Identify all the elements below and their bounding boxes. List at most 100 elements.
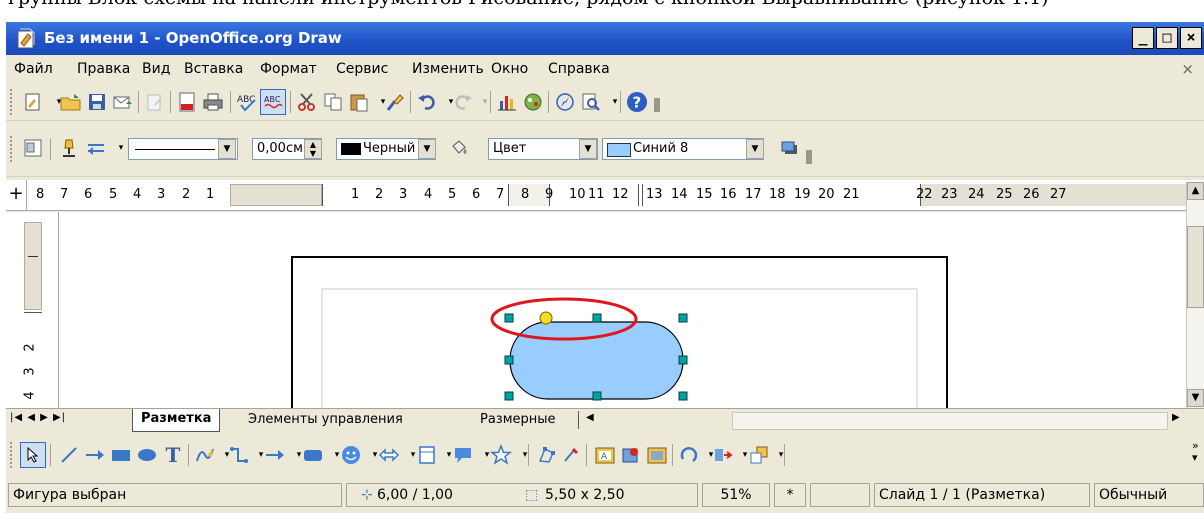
scroll-down-icon[interactable]: ▼ (1187, 389, 1204, 407)
toolbar-overflow-icon[interactable] (654, 98, 660, 112)
menu-tools[interactable]: Сервис (336, 61, 388, 77)
arrow-line-tool-icon[interactable] (82, 442, 108, 468)
close-button[interactable]: × (1180, 27, 1202, 49)
line-width-spinner[interactable]: ▲ ▼ (304, 139, 322, 159)
minimize-button[interactable]: _ (1132, 27, 1154, 49)
app-window: Без имени 1 - OpenOffice.org Draw _ □ × … (6, 22, 1204, 513)
toolbar-overflow-icon[interactable] (806, 150, 812, 164)
line-tool-icon[interactable] (56, 442, 82, 468)
maximize-button[interactable]: □ (1156, 27, 1178, 49)
chart-icon[interactable] (494, 89, 520, 115)
drawing-canvas[interactable] (59, 212, 1187, 420)
text-tool-icon[interactable]: T (160, 442, 186, 468)
save-icon[interactable] (84, 89, 110, 115)
menu-help[interactable]: Справка (548, 61, 610, 77)
export-pdf-icon[interactable] (174, 89, 200, 115)
ruler-number: 15 (696, 187, 713, 202)
clone-formatting-icon[interactable] (382, 89, 408, 115)
area-color-dropdown-icon[interactable]: ▼ (746, 139, 764, 159)
line-filling-toolbar: ▾ ▼ 0,00см ▲ ▼ Черный ▼ Цвет ▼ Синий 8 ▼ (6, 122, 1204, 177)
fontwork-gallery-icon[interactable]: A (592, 442, 618, 468)
open-folder-icon[interactable] (58, 89, 84, 115)
toolbar-grip[interactable] (10, 136, 16, 162)
tab-layout[interactable]: Разметка (132, 409, 221, 432)
ruler-number: 5 (448, 187, 457, 202)
menu-file[interactable]: Файл (14, 61, 53, 77)
cut-icon[interactable] (294, 89, 320, 115)
shadow-icon[interactable] (776, 135, 802, 161)
toolbar-grip[interactable] (10, 442, 16, 468)
area-icon[interactable] (446, 135, 472, 161)
new-document-icon[interactable] (20, 89, 46, 115)
vertical-scrollbar[interactable]: ▲ ▼ (1186, 182, 1204, 409)
ruler-number: 1 (206, 187, 215, 202)
area-style-dropdown-icon[interactable]: ▼ (579, 139, 597, 159)
scroll-right-icon[interactable]: ▶ (1172, 412, 1180, 423)
rectangle-tool-icon[interactable] (108, 442, 134, 468)
ruler-number: 4 (424, 187, 433, 202)
from-file-icon[interactable] (618, 442, 644, 468)
copy-icon[interactable] (320, 89, 346, 115)
scroll-up-icon[interactable]: ▲ (1187, 182, 1204, 200)
line-style-dropdown-icon[interactable]: ▼ (218, 139, 236, 159)
block-arrows-tool-icon[interactable] (376, 442, 402, 468)
autospellcheck-icon[interactable]: ABC (260, 89, 286, 115)
menu-insert[interactable]: Вставка (184, 61, 243, 77)
navigator-icon[interactable] (552, 89, 578, 115)
horizontal-ruler[interactable]: + 8 7 6 5 4 3 2 1 1 2 3 4 5 6 7 8 9 10 1… (6, 180, 1204, 211)
size-icon: ⬚ (525, 487, 539, 503)
ruler-number: 18 (769, 187, 786, 202)
ellipse-tool-icon[interactable] (134, 442, 160, 468)
tab-dimension-lines[interactable]: Размерные (480, 410, 556, 430)
line-icon[interactable] (56, 135, 82, 161)
line-color-dropdown-icon[interactable]: ▼ (418, 139, 436, 159)
email-icon[interactable] (110, 89, 136, 115)
status-message: Фигура выбран (8, 483, 342, 507)
print-icon[interactable] (200, 89, 226, 115)
points-tool-icon[interactable] (534, 442, 560, 468)
arrange-dropdown-icon[interactable]: ▾ (768, 442, 794, 468)
vertical-ruler[interactable]: 2 3 4 (6, 212, 59, 408)
ruler-number: 21 (843, 187, 860, 202)
gallery-tool-icon[interactable] (644, 442, 670, 468)
edit-file-icon[interactable] (142, 89, 168, 115)
spellcheck-icon[interactable]: ABC (234, 89, 260, 115)
ruler-corner-icon[interactable]: + (6, 180, 27, 210)
toolbar-separator (490, 91, 491, 113)
toolbar-overflow-icon[interactable]: » ▾ (1192, 440, 1199, 464)
paste-icon[interactable] (346, 89, 372, 115)
ruler-number: 8 (36, 187, 45, 202)
tab-controls[interactable]: Элементы управления (248, 410, 403, 430)
gallery-icon[interactable] (520, 89, 546, 115)
zoom-icon[interactable] (578, 89, 604, 115)
document-close-icon[interactable]: × (1181, 60, 1194, 78)
scroll-left-icon[interactable]: ◀ (586, 412, 594, 423)
horizontal-scrollbar[interactable] (732, 412, 1168, 430)
menu-format[interactable]: Формат (260, 61, 317, 77)
status-zoom[interactable]: 51% (702, 483, 770, 507)
ruler-tick (28, 256, 38, 257)
lines-arrows-tool-icon[interactable] (262, 442, 288, 468)
help-icon[interactable]: ? (624, 89, 650, 115)
status-signature (810, 483, 870, 507)
symbol-shapes-tool-icon[interactable] (338, 442, 364, 468)
glue-points-tool-icon[interactable] (558, 442, 584, 468)
menu-modify[interactable]: Изменить (412, 61, 484, 77)
menu-edit[interactable]: Правка (77, 61, 130, 77)
arrow-style-icon[interactable] (84, 135, 110, 161)
styles-icon[interactable] (20, 135, 46, 161)
toolbar-separator (188, 444, 189, 466)
menu-view[interactable]: Вид (142, 61, 170, 77)
basic-shapes-tool-icon[interactable] (300, 442, 326, 468)
callouts-tool-icon[interactable] (450, 442, 476, 468)
menu-window[interactable]: Окно (491, 61, 528, 77)
undo-icon[interactable] (414, 89, 440, 115)
scroll-thumb[interactable] (1187, 226, 1204, 308)
tab-navigation-icon[interactable]: |◀ ◀ ▶ ▶| (10, 412, 66, 423)
ruler-number: 4 (22, 391, 38, 400)
toolbar-separator (230, 91, 231, 113)
stars-tool-icon[interactable] (488, 442, 514, 468)
toolbar-grip[interactable] (10, 89, 16, 115)
svg-text:ABC: ABC (264, 95, 281, 104)
select-arrow-icon[interactable] (20, 442, 46, 468)
